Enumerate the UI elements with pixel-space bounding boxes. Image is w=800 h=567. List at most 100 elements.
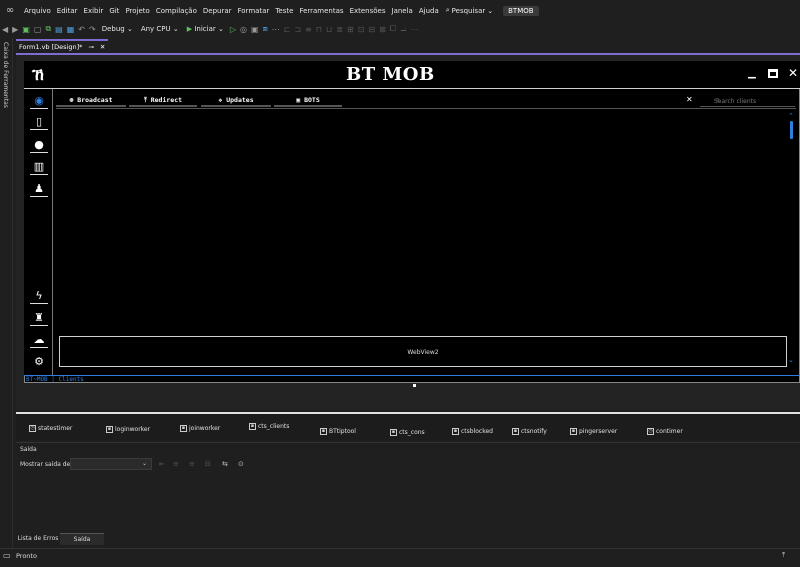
- new-file-icon[interactable]: ▢: [32, 25, 44, 34]
- phone-icon[interactable]: ▯: [30, 114, 48, 130]
- component-statestimer[interactable]: ◷ statestimer: [29, 425, 72, 432]
- menu-item-ajuda[interactable]: Ajuda: [416, 7, 442, 15]
- menu-item-teste[interactable]: Teste: [272, 7, 296, 15]
- prev-message-icon[interactable]: ≡: [173, 460, 179, 468]
- menu-item-compilacao[interactable]: Compilação: [153, 7, 200, 15]
- menu-item-janela[interactable]: Janela: [389, 7, 416, 15]
- menu-item-formatar[interactable]: Formatar: [235, 7, 273, 15]
- align-left-icon[interactable]: ⊏: [282, 25, 293, 34]
- clear-all-icon[interactable]: ⊟: [205, 460, 211, 468]
- component-cts-cons[interactable]: ▪ cts_cons: [390, 429, 425, 436]
- output-text-area[interactable]: [16, 473, 800, 531]
- order-back-icon[interactable]: ⧡: [398, 24, 408, 34]
- form-canvas[interactable]: [24, 61, 800, 383]
- menu-item-projeto[interactable]: Projeto: [122, 7, 152, 15]
- next-message-icon[interactable]: ≡: [189, 460, 195, 468]
- find-message-icon[interactable]: ⇤: [159, 460, 165, 468]
- component-bttiptool[interactable]: ▪ BTtiptool: [320, 428, 356, 435]
- menu-item-extensoes[interactable]: Extensões: [347, 7, 389, 15]
- menu-item-exibir[interactable]: Exibir: [81, 7, 107, 15]
- component-loginworker[interactable]: ▪ loginworker: [106, 426, 150, 433]
- back-icon[interactable]: ◀: [0, 25, 10, 34]
- platform-select[interactable]: Any CPU ⌄: [141, 25, 179, 33]
- tab-error-list[interactable]: Lista de Erros: [16, 533, 60, 545]
- component-joinworker[interactable]: ▪ joinworker: [180, 425, 220, 432]
- user-circle-icon[interactable]: ◉: [30, 93, 48, 109]
- tab-updates[interactable]: ❖ Updates: [201, 93, 271, 107]
- maximize-icon[interactable]: [768, 69, 778, 78]
- component-pingerserver[interactable]: ▪ pingerserver: [570, 428, 617, 435]
- search-clients-input[interactable]: Search clients: [700, 96, 795, 107]
- tab-bots[interactable]: ▣ BOTS: [274, 93, 342, 107]
- scroll-up-icon[interactable]: ⌃: [788, 112, 794, 120]
- chat-icon[interactable]: ●: [30, 137, 48, 153]
- component-ctsnotify[interactable]: ▪ ctsnotify: [512, 428, 547, 435]
- gear-icon[interactable]: ⚙: [30, 354, 48, 370]
- document-tab-form1[interactable]: Form1.vb [Design]* ⊸ ✕: [16, 39, 108, 53]
- user-remove-icon[interactable]: ♟: [30, 181, 48, 197]
- notification-icon[interactable]: ▭: [3, 551, 11, 560]
- tab-order-icon[interactable]: ⋯: [408, 25, 420, 34]
- forward-icon[interactable]: ▶: [10, 25, 20, 34]
- component-cts-clients[interactable]: ▪ cts_clients: [249, 423, 289, 430]
- component-contimer[interactable]: ◷ contimer: [647, 428, 683, 435]
- screenshot-icon[interactable]: ⧈: [261, 24, 270, 34]
- android-icon[interactable]: ♜: [30, 310, 48, 326]
- tab-output[interactable]: Saída: [60, 533, 104, 545]
- start-without-debug-icon[interactable]: ▷: [228, 25, 238, 34]
- start-debug-button[interactable]: ▶ Iniciar ⌄: [187, 25, 224, 33]
- tab-broadcast[interactable]: ⊛ Broadcast: [56, 93, 126, 107]
- pin-icon[interactable]: ⊸: [88, 43, 93, 51]
- scrollbar-thumb[interactable]: [790, 121, 793, 139]
- app-logo-icon: ኸ: [32, 65, 44, 84]
- save-all-icon[interactable]: ▦: [65, 25, 77, 34]
- order-front-icon[interactable]: ⧠: [388, 24, 398, 34]
- resize-handle[interactable]: [413, 384, 416, 387]
- menu-item-git[interactable]: Git: [106, 7, 122, 15]
- same-size-icon[interactable]: ⊞: [345, 25, 356, 34]
- configuration-select[interactable]: Debug ⌄: [102, 25, 133, 33]
- menu-item-ferramentas[interactable]: Ferramentas: [296, 7, 346, 15]
- grid-icon[interactable]: ⊡: [356, 25, 367, 34]
- document-tab-title: Form1.vb [Design]*: [19, 43, 83, 51]
- menu-item-depurar[interactable]: Depurar: [200, 7, 235, 15]
- menu-item-editar[interactable]: Editar: [54, 7, 81, 15]
- menu-item-arquivo[interactable]: Arquivo: [21, 7, 54, 15]
- open-icon[interactable]: ⧉: [43, 24, 53, 34]
- word-wrap-icon[interactable]: ⇆: [222, 460, 228, 468]
- minimize-icon[interactable]: ▁: [748, 68, 758, 79]
- center-horizontal-icon[interactable]: ⊠: [377, 25, 388, 34]
- webview2-control[interactable]: WebView2: [59, 336, 787, 367]
- visual-studio-logo-icon[interactable]: ∞: [3, 4, 17, 18]
- close-tab-icon[interactable]: ✕: [100, 43, 105, 51]
- scroll-down-icon[interactable]: ⌄: [788, 356, 794, 364]
- close-icon[interactable]: ✕: [788, 66, 798, 80]
- align-center-icon[interactable]: ⊐: [292, 25, 303, 34]
- component-ctsblocked[interactable]: ▪ ctsblocked: [452, 428, 493, 435]
- undo-icon[interactable]: ↶: [76, 25, 87, 34]
- bolt-icon[interactable]: ϟ: [30, 288, 48, 304]
- redo-icon[interactable]: ↷: [87, 25, 98, 34]
- align-middle-icon[interactable]: ⊔: [324, 25, 334, 34]
- align-top-icon[interactable]: ⊓: [314, 25, 324, 34]
- play-icon: ▶: [186, 25, 193, 33]
- search-menu[interactable]: ⌕ Pesquisar ⌄: [442, 6, 497, 15]
- spacing-icon[interactable]: ⊟: [366, 25, 377, 34]
- output-source-select[interactable]: ⌄: [70, 458, 152, 470]
- browse-icon[interactable]: ▣: [249, 25, 261, 34]
- tab-redirect[interactable]: ⤒ Redirect: [129, 93, 197, 107]
- save-icon[interactable]: ▤: [53, 25, 65, 34]
- chart-icon[interactable]: ▥: [30, 159, 48, 175]
- hot-reload-icon[interactable]: ◎: [238, 25, 249, 34]
- settings-icon[interactable]: ⊙: [238, 460, 244, 468]
- source-control-icon[interactable]: ⤒: [782, 551, 785, 560]
- new-project-icon[interactable]: ▣: [20, 25, 32, 34]
- close-panel-icon[interactable]: ✕: [686, 95, 693, 104]
- solution-name-badge[interactable]: BTMOB: [503, 5, 539, 16]
- align-bottom-icon[interactable]: ≣: [334, 25, 345, 34]
- toolbox-side-tab[interactable]: Caixa de Ferramentas: [0, 38, 13, 548]
- cloud-upload-icon[interactable]: ☁: [30, 332, 48, 348]
- search-clients-icon: ⌕: [716, 96, 720, 103]
- overflow-icon[interactable]: ⋯: [270, 25, 282, 34]
- align-right-icon[interactable]: ≡: [303, 25, 314, 34]
